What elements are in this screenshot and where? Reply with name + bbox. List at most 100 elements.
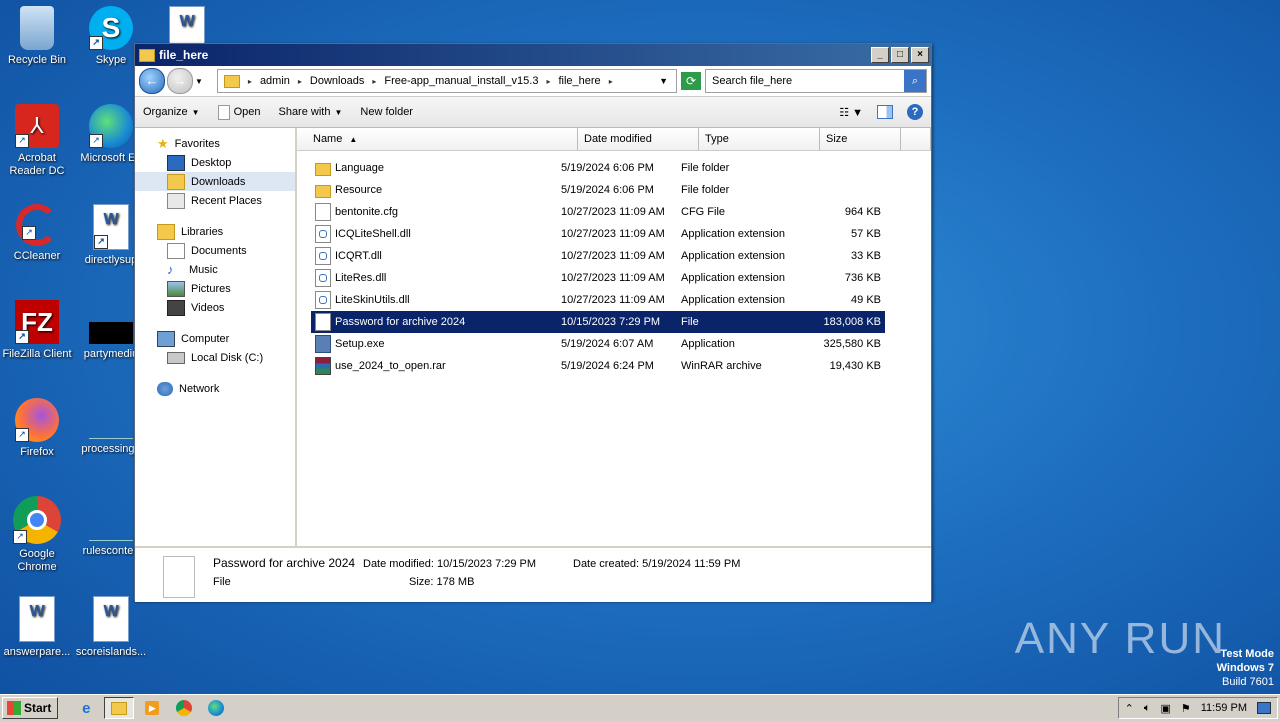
folder-icon: [111, 701, 128, 715]
file-name: LiteRes.dll: [335, 272, 387, 284]
breadcrumb-file-here[interactable]: file_here: [558, 75, 600, 87]
chevron-right-icon[interactable]: ▸: [372, 77, 376, 86]
file-name-cell: Resource: [311, 182, 561, 198]
organize-button[interactable]: Organize ▼: [143, 106, 200, 118]
test-mode-line2: Windows 7: [1216, 662, 1274, 674]
recent-pages-dropdown-icon[interactable]: ▼: [195, 77, 203, 86]
forward-button[interactable]: →: [167, 68, 193, 94]
desktop-icon-firefox[interactable]: ↗ Firefox: [0, 398, 74, 459]
taskbar-explorer[interactable]: [104, 697, 135, 719]
breadcrumb-free-app[interactable]: Free-app_manual_install_v15.3: [384, 75, 538, 87]
file-type: Application extension: [681, 294, 785, 306]
open-button[interactable]: Open: [217, 104, 260, 120]
file-row[interactable]: ICQLiteShell.dll 10/27/2023 11:09 AM Appli…: [311, 223, 885, 245]
nav-documents[interactable]: Documents: [135, 241, 295, 260]
file-row[interactable]: ICQRT.dll 10/27/2023 11:09 AM Application …: [311, 245, 885, 267]
chevron-right-icon[interactable]: ▸: [248, 77, 252, 86]
volume-icon[interactable]: 🔈︎: [1144, 702, 1151, 715]
nav-local-disk[interactable]: Local Disk (C:): [135, 348, 295, 367]
maximize-button[interactable]: □: [891, 47, 909, 63]
nav-pictures[interactable]: Pictures: [135, 279, 295, 298]
taskbar-media-player[interactable]: ▶: [138, 698, 166, 718]
share-with-button[interactable]: Share with ▼: [278, 106, 342, 118]
breadcrumb-admin[interactable]: admin: [260, 75, 290, 87]
address-bar: ← → ▼ ▸ admin ▸ Downloads ▸ Free-app_man…: [135, 66, 931, 96]
file-row[interactable]: LiteRes.dll 10/27/2023 11:09 AM Applicatio…: [311, 267, 885, 289]
taskbar-ie[interactable]: e: [72, 698, 100, 718]
clock[interactable]: 11:59 PM: [1201, 702, 1247, 714]
desktop-icon-scoreislands[interactable]: W scoreislands...: [74, 596, 148, 659]
chevron-right-icon[interactable]: ▸: [609, 77, 613, 86]
internet-explorer-icon: e: [82, 699, 91, 717]
file-name: Setup.exe: [335, 338, 385, 350]
nav-music[interactable]: ♪ Music: [135, 260, 295, 279]
file-row[interactable]: Password for archive 2024 10/15/2023 7:29…: [311, 311, 885, 333]
file-date: 10/27/2023 11:09 AM: [561, 250, 665, 262]
file-row[interactable]: bentonite.cfg 10/27/2023 11:09 AM CFG File…: [311, 201, 885, 223]
search-icon[interactable]: ⌕: [904, 70, 926, 92]
column-date-label: Date modified: [584, 133, 652, 145]
file-name: ICQLiteShell.dll: [335, 228, 411, 240]
back-button[interactable]: ←: [139, 68, 165, 94]
preview-pane-icon[interactable]: [877, 105, 893, 119]
blank-file-icon: [89, 398, 133, 439]
nav-desktop[interactable]: Desktop: [135, 153, 295, 172]
desktop-icon-recycle-bin[interactable]: Recycle Bin: [0, 6, 74, 67]
column-size[interactable]: Size: [820, 128, 901, 150]
organize-label: Organize: [143, 106, 188, 118]
file-name: Language: [335, 162, 384, 174]
close-button[interactable]: ×: [911, 47, 929, 63]
nav-libraries[interactable]: Libraries: [135, 222, 295, 241]
breadcrumb[interactable]: ▸ admin ▸ Downloads ▸ Free-app_manual_in…: [216, 69, 677, 93]
network-status-icon[interactable]: ▣: [1160, 702, 1170, 715]
file-name-cell: LiteRes.dll: [311, 269, 561, 287]
search-input[interactable]: Search file_here ⌕: [705, 69, 927, 93]
taskbar-chrome[interactable]: [170, 698, 198, 718]
desktop-icon-filezilla[interactable]: FZ ↗ FileZilla Client: [0, 300, 74, 361]
desktop-icon-ccleaner[interactable]: ↗ CCleaner: [0, 204, 74, 263]
file-row[interactable]: Resource 5/19/2024 6:06 PM File folder: [311, 179, 885, 201]
nav-downloads-label: Downloads: [191, 175, 246, 188]
new-folder-button[interactable]: New folder: [360, 106, 413, 118]
file-row[interactable]: use_2024_to_open.rar 5/19/2024 6:24 PM Win…: [311, 355, 885, 377]
nav-favorites-label: Favorites: [174, 137, 220, 150]
show-hidden-icons-icon[interactable]: ⌃: [1125, 702, 1134, 715]
view-options-icon[interactable]: ☷ ▼: [839, 106, 863, 119]
file-size: 57 KB: [851, 228, 881, 240]
file-row[interactable]: LiteSkinUtils.dll 10/27/2023 11:09 AM Appl…: [311, 289, 885, 311]
action-center-flag-icon[interactable]: ⚑: [1181, 702, 1191, 715]
column-type[interactable]: Type: [699, 128, 820, 150]
file-date: 5/19/2024 6:24 PM: [561, 360, 654, 372]
file-name: Password for archive 2024: [335, 316, 466, 328]
help-icon[interactable]: ?: [907, 104, 923, 120]
refresh-button[interactable]: ⟳: [681, 72, 701, 90]
file-row[interactable]: Setup.exe 5/19/2024 6:07 AM Application 325…: [311, 333, 885, 355]
file-row[interactable]: Language 5/19/2024 6:06 PM File folder: [311, 157, 885, 179]
desktop-icon-chrome[interactable]: ↗ Google Chrome: [0, 496, 74, 574]
nav-favorites[interactable]: ★ Favorites: [135, 134, 295, 153]
nav-libraries-label: Libraries: [181, 225, 224, 238]
nav-downloads[interactable]: Downloads: [135, 172, 295, 191]
file-name: LiteSkinUtils.dll: [335, 294, 410, 306]
desktop-icon-answerpare[interactable]: W answerpare...: [0, 596, 74, 659]
title-bar[interactable]: file_here _ □ ×: [135, 44, 931, 66]
nav-recent-places[interactable]: Recent Places: [135, 191, 295, 210]
show-desktop-icon[interactable]: [1257, 702, 1271, 714]
desktop-icon-acrobat[interactable]: ⅄ ↗ Acrobat Reader DC: [0, 104, 74, 178]
breadcrumb-downloads[interactable]: Downloads: [310, 75, 364, 87]
taskbar-edge[interactable]: [202, 698, 230, 718]
chevron-right-icon[interactable]: ▸: [298, 77, 302, 86]
column-name[interactable]: Name ▲: [297, 128, 578, 150]
taskbar: Start e ▶ ⌃ 🔈︎ ▣ ⚑ 11:59 PM: [0, 694, 1280, 721]
nav-network[interactable]: Network: [135, 379, 295, 398]
start-button[interactable]: Start: [2, 697, 59, 719]
column-date-modified[interactable]: Date modified: [578, 128, 699, 150]
minimize-button[interactable]: _: [871, 47, 889, 63]
chevron-right-icon[interactable]: ▸: [546, 77, 550, 86]
nav-computer[interactable]: Computer: [135, 329, 295, 348]
address-dropdown-icon[interactable]: ▼: [659, 76, 668, 86]
edge-icon: [208, 700, 225, 716]
nav-videos[interactable]: Videos: [135, 298, 295, 317]
details-pane: Password for archive 2024 File Date modi…: [135, 546, 931, 602]
file-name: Resource: [335, 184, 383, 196]
